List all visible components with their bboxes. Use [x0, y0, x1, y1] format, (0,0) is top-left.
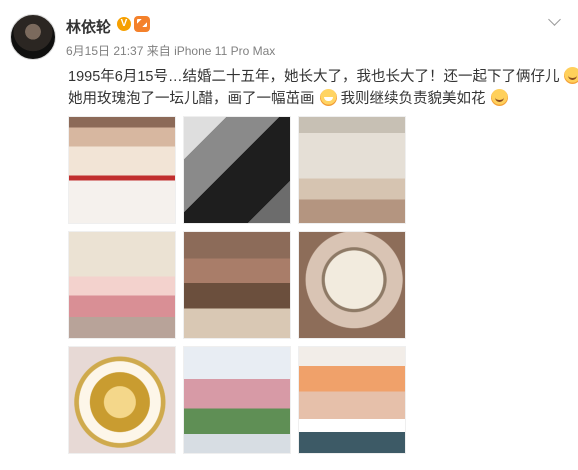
group-photo[interactable] — [183, 231, 291, 339]
post-time: 21:37 — [113, 44, 144, 58]
image-grid — [68, 116, 408, 460]
portrait-photo[interactable] — [183, 116, 291, 224]
post-text-line-1: 1995年6月15号…结婚二十五年，她长大了，我也长大了！还一起下了俩仔儿 — [68, 69, 560, 85]
wedding-photo[interactable] — [68, 116, 176, 224]
post-text-line-2a: 她用玫瑰泡了一坛儿醋，画了一幅茁画 — [68, 91, 315, 107]
watch-photo[interactable] — [68, 346, 176, 454]
grin-emoji-icon — [490, 89, 508, 106]
post-meta: 6月15日 21:37 来自 iPhone 11 Pro Max — [66, 42, 275, 59]
grin-emoji-icon — [564, 67, 578, 84]
glassware-photo[interactable] — [298, 116, 406, 224]
painting-photo[interactable] — [298, 231, 406, 339]
post-date: 6月15日 — [66, 44, 111, 58]
chevron-down-icon[interactable] — [546, 14, 564, 28]
flowers-photo[interactable] — [183, 346, 291, 454]
laugh-emoji-icon — [319, 89, 337, 106]
verified-icon: V — [117, 17, 131, 31]
post-source: 来自 iPhone 11 Pro Max — [146, 44, 276, 58]
post-line-2: 她用玫瑰泡了一坛儿醋，画了一幅茁画 我则继续负责貌美如花 — [68, 88, 568, 110]
post-text-line-2b: 我则继续负责貌美如花 — [340, 91, 486, 107]
post-text: 1995年6月15号…结婚二十五年，她长大了，我也长大了！还一起下了俩仔儿 她用… — [68, 66, 578, 110]
username[interactable]: 林依轮 — [66, 16, 111, 37]
avatar[interactable] — [10, 14, 56, 60]
woman-photo[interactable] — [68, 231, 176, 339]
post-line-1: 1995年6月15号…结婚二十五年，她长大了，我也长大了！还一起下了俩仔儿 — [68, 66, 578, 88]
vip-icon — [134, 16, 150, 32]
weibo-post-card: 林依轮 V 6月15日 21:37 来自 iPhone 11 Pro Max 1… — [0, 0, 578, 470]
family-photo[interactable] — [298, 346, 406, 454]
